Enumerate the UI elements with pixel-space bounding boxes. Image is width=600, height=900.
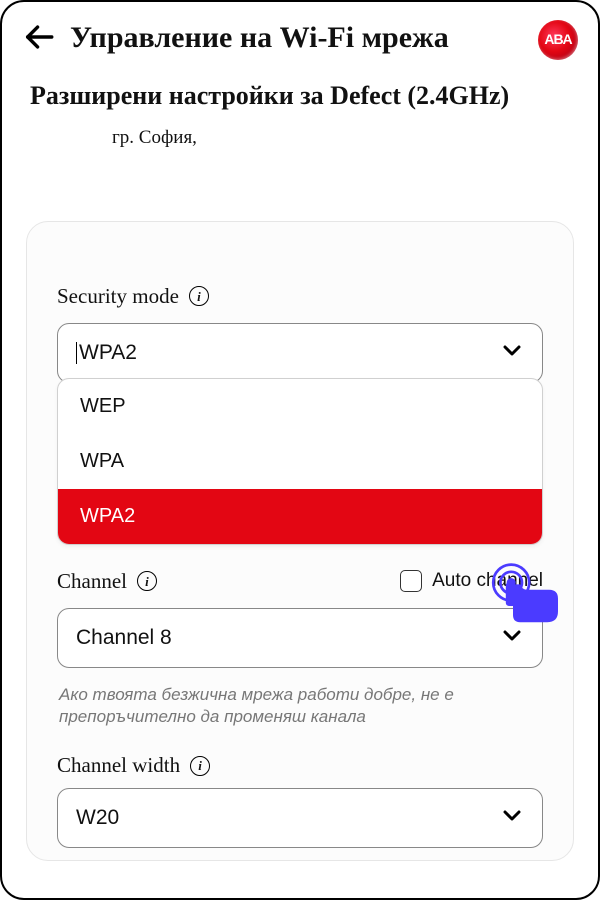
dropdown-option-wpa[interactable]: WPA bbox=[58, 434, 542, 489]
security-mode-dropdown: WEP WPA WPA2 bbox=[57, 378, 543, 545]
settings-card: Security mode i WPA2 WEP WPA WPA2 Channe… bbox=[26, 221, 574, 861]
security-mode-label: Security mode i bbox=[57, 284, 543, 309]
brand-logo: ABA bbox=[538, 20, 578, 60]
page-title: Управление на Wi-Fi мрежа bbox=[70, 20, 524, 56]
auto-channel-label: Auto channel bbox=[432, 570, 543, 592]
info-icon[interactable]: i bbox=[137, 571, 157, 591]
channel-select[interactable]: Channel 8 bbox=[57, 608, 543, 668]
location-text: гр. София, bbox=[2, 121, 598, 161]
auto-channel-checkbox[interactable] bbox=[400, 570, 422, 592]
channel-width-select[interactable]: W20 bbox=[57, 788, 543, 848]
chevron-down-icon bbox=[500, 623, 524, 653]
security-mode-select[interactable]: WPA2 bbox=[57, 323, 543, 383]
chevron-down-icon bbox=[500, 803, 524, 833]
channel-label: Channel i bbox=[57, 569, 157, 594]
channel-width-label: Channel width i bbox=[57, 753, 543, 778]
dropdown-option-wep[interactable]: WEP bbox=[58, 379, 542, 434]
chevron-down-icon bbox=[500, 338, 524, 368]
channel-hint: Ако твоята безжична мрежа работи добре, … bbox=[59, 684, 541, 730]
back-arrow-icon[interactable] bbox=[22, 20, 56, 59]
dropdown-option-wpa2[interactable]: WPA2 bbox=[58, 489, 542, 544]
info-icon[interactable]: i bbox=[190, 756, 210, 776]
info-icon[interactable]: i bbox=[189, 286, 209, 306]
page-subtitle: Разширени настройки за Defect (2.4GHz) bbox=[2, 70, 598, 121]
